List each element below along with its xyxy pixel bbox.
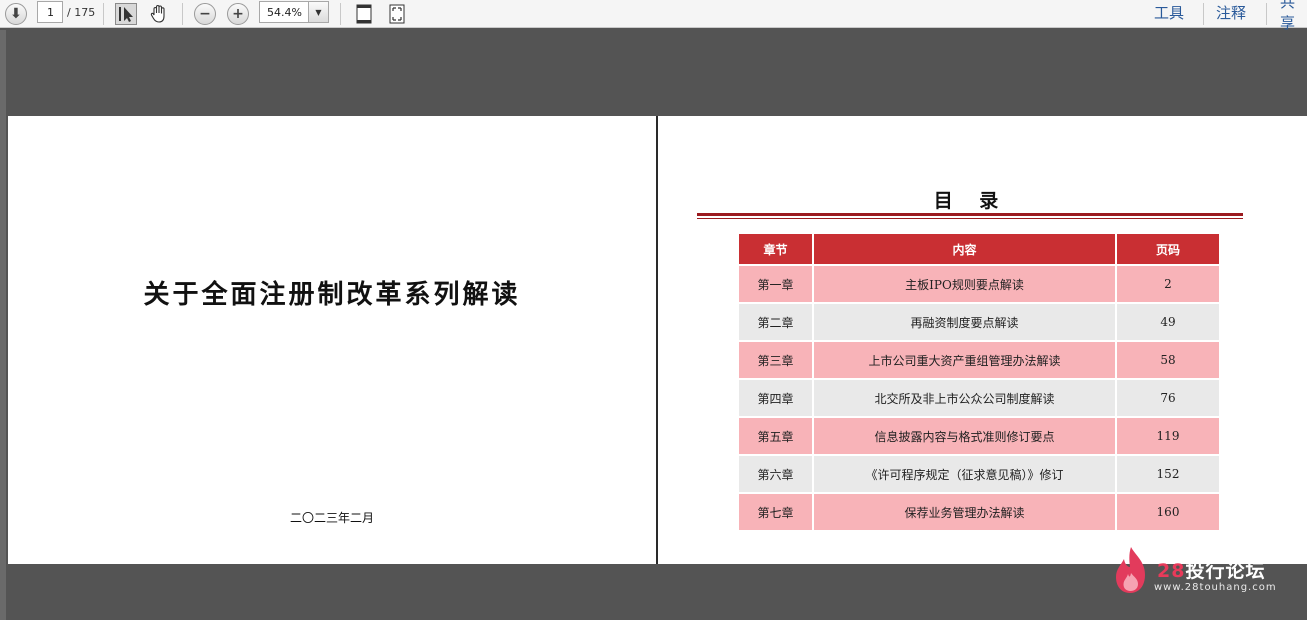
row-chapter: 第四章 — [739, 380, 812, 416]
toolbar-divider — [182, 3, 183, 25]
toc-header-row: 章节 内容 页码 — [739, 234, 1219, 264]
row-content: 再融资制度要点解读 — [814, 304, 1115, 340]
hand-icon — [150, 4, 165, 23]
page-gutter — [656, 116, 658, 564]
zoom-in-button[interactable]: + — [227, 0, 249, 28]
watermark-url: www.28touhang.com — [1154, 582, 1277, 593]
row-page: 58 — [1117, 342, 1219, 378]
document-date: 二〇二三年二月 — [289, 511, 374, 525]
share-link[interactable]: 共享 — [1280, 0, 1307, 32]
header-page: 页码 — [1117, 234, 1219, 264]
toolbar-divider — [1266, 3, 1267, 25]
table-row[interactable]: 第一章 主板IPO规则要点解读 2 — [739, 266, 1219, 302]
header-chapter: 章节 — [739, 234, 812, 264]
zoom-dropdown-button[interactable]: ▼ — [308, 1, 329, 23]
toolbar-divider — [1203, 3, 1204, 25]
table-row[interactable]: 第五章 信息披露内容与格式准则修订要点 119 — [739, 418, 1219, 454]
row-page: 119 — [1117, 418, 1219, 454]
page-number-input[interactable]: 1 — [37, 1, 63, 23]
fit-page-icon — [356, 4, 372, 24]
table-row[interactable]: 第六章 《许可程序规定（征求意见稿）》修订 152 — [739, 456, 1219, 492]
toc-rule — [697, 213, 1243, 216]
comment-link[interactable]: 注释 — [1216, 0, 1246, 24]
arrow-down-icon: ⬇ — [5, 3, 27, 25]
minus-icon: − — [194, 3, 216, 25]
row-content: 《许可程序规定（征求意见稿）》修订 — [814, 456, 1115, 492]
row-page: 49 — [1117, 304, 1219, 340]
header-content: 内容 — [814, 234, 1115, 264]
full-screen-button[interactable] — [386, 0, 408, 28]
row-page: 152 — [1117, 456, 1219, 492]
toolbar: ⬇ 1 / 175 − + 54.4% ▼ 工具 注释 共享 — [0, 0, 1307, 32]
flame-logo-icon — [1116, 547, 1145, 593]
row-content: 主板IPO规则要点解读 — [814, 266, 1115, 302]
toolbar-divider — [340, 3, 341, 25]
toc-title: 目 录 — [933, 190, 1009, 212]
forum-watermark: 28投行论坛 www.28touhang.com — [1112, 545, 1302, 595]
row-chapter: 第六章 — [739, 456, 812, 492]
table-row[interactable]: 第七章 保荐业务管理办法解读 160 — [739, 494, 1219, 530]
plus-icon: + — [227, 3, 249, 25]
next-page-button[interactable]: ⬇ — [5, 0, 27, 28]
select-cursor-icon — [115, 3, 137, 25]
zoom-out-button[interactable]: − — [194, 0, 216, 28]
row-page: 76 — [1117, 380, 1219, 416]
hand-tool-button[interactable] — [146, 0, 172, 28]
left-panel-edge — [0, 30, 6, 620]
chevron-down-icon: ▼ — [315, 7, 322, 17]
row-page: 160 — [1117, 494, 1219, 530]
toolbar-divider — [103, 3, 104, 25]
watermark-brand: 28投行论坛 — [1157, 560, 1266, 582]
zoom-input[interactable]: 54.4% — [259, 1, 309, 23]
row-chapter: 第五章 — [739, 418, 812, 454]
row-chapter: 第二章 — [739, 304, 812, 340]
row-page: 2 — [1117, 266, 1219, 302]
page-total: / 175 — [67, 5, 96, 19]
full-screen-icon — [389, 4, 405, 24]
row-content: 上市公司重大资产重组管理办法解读 — [814, 342, 1115, 378]
document-spread: 关于全面注册制改革系列解读 二〇二三年二月 目 录 章节 内容 页码 第一章 主… — [8, 116, 1307, 564]
row-content: 保荐业务管理办法解读 — [814, 494, 1115, 530]
table-row[interactable]: 第四章 北交所及非上市公众公司制度解读 76 — [739, 380, 1219, 416]
row-chapter: 第三章 — [739, 342, 812, 378]
row-chapter: 第七章 — [739, 494, 812, 530]
toc-table: 章节 内容 页码 第一章 主板IPO规则要点解读 2 第二章 再融资制度要点解读… — [737, 232, 1221, 532]
row-chapter: 第一章 — [739, 266, 812, 302]
toc-rule — [697, 218, 1243, 219]
fit-page-button[interactable] — [353, 0, 375, 28]
table-row[interactable]: 第二章 再融资制度要点解读 49 — [739, 304, 1219, 340]
table-row[interactable]: 第三章 上市公司重大资产重组管理办法解读 58 — [739, 342, 1219, 378]
tools-link[interactable]: 工具 — [1154, 0, 1184, 24]
select-tool-button[interactable] — [113, 0, 139, 28]
row-content: 信息披露内容与格式准则修订要点 — [814, 418, 1115, 454]
row-content: 北交所及非上市公众公司制度解读 — [814, 380, 1115, 416]
document-title: 关于全面注册制改革系列解读 — [143, 280, 521, 310]
